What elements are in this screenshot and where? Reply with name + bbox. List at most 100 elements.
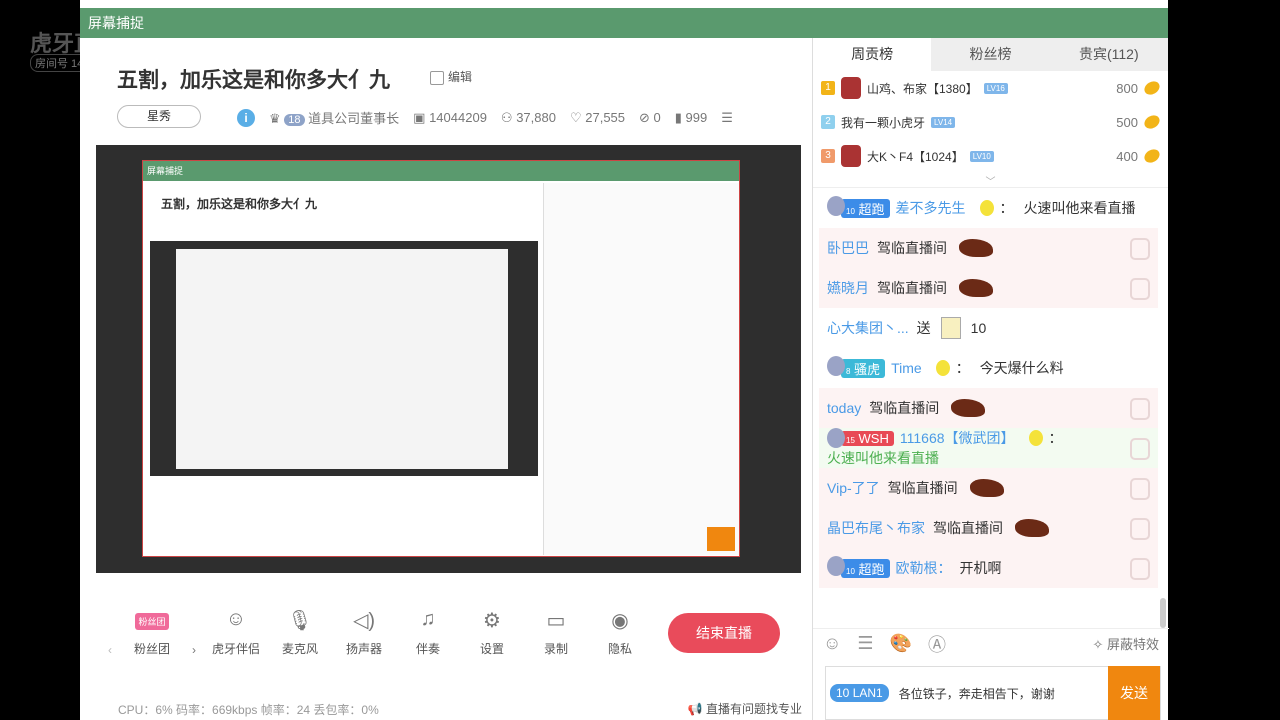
horse-icon (1015, 519, 1049, 537)
palette-icon[interactable]: 🎨 (890, 633, 912, 654)
tool-settings[interactable]: ⚙ 设置 (460, 608, 524, 657)
chat-username[interactable]: Time (891, 360, 922, 376)
chat-message: 15 WSH 111668【微武团】：火速叫他来看直播 (819, 427, 1158, 468)
send-button[interactable]: 发送 (1108, 666, 1160, 720)
info-icon[interactable]: i (237, 108, 255, 127)
chat-text: 送 (916, 320, 931, 336)
tool-record[interactable]: ▭ 录制 (524, 608, 588, 657)
tool-privacy[interactable]: ◉ 隐私 (588, 608, 652, 657)
horse-icon (959, 279, 993, 297)
rank-title: 道具公司董事长 (308, 111, 400, 126)
barrage-icon[interactable]: ☰ (857, 633, 873, 654)
main-pane: 五割，加乐这是和你多大亻九 编辑 星秀 i ♛ 18 道具公司董事长 ▣ 140… (80, 38, 812, 720)
help-link[interactable]: 📢 直播有问题找专业 (688, 700, 802, 717)
chat-message: 10 超跑 差不多先生：火速叫他来看直播 (819, 188, 1158, 228)
tool-label: 伴奏 (415, 642, 440, 656)
scroll-left-icon[interactable]: ‹ (100, 643, 120, 657)
music-icon: ♫ (420, 608, 436, 630)
fan-club-icon: 粉丝团 (135, 613, 169, 630)
tool-fan-club[interactable]: 粉丝团 粉丝团 (120, 608, 184, 657)
chat-message: 晶巴布尾丶布家 驾临直播间 (819, 508, 1158, 548)
tool-label: 设置 (479, 642, 504, 656)
tab-fans[interactable]: 粉丝榜 (931, 38, 1049, 71)
chat-text: 驾临直播间 (933, 520, 1003, 536)
tab-weekly[interactable]: 周贡榜 (813, 38, 932, 71)
list-icon[interactable]: ☰ (721, 110, 733, 126)
chat-username[interactable]: 111668【微武团】 (900, 428, 1015, 448)
chat-text: 今天爆什么料 (979, 360, 1064, 376)
nested-chat (543, 183, 739, 555)
gear-icon: ⚙ (483, 610, 501, 632)
tab-vip[interactable]: 贵宾(112) (1050, 38, 1168, 71)
chat-text: 开机啊 (959, 560, 1002, 576)
tool-label: 虎牙伴侣 (211, 642, 260, 656)
rank-number: 3 (821, 149, 835, 163)
title-bar: 屏幕捕捉 (80, 8, 1168, 38)
ranking-list: 1 山鸡、布家【1380】 LV16 800 2 我有一颗小虎牙 LV14 50… (813, 71, 1168, 173)
window-title: 屏幕捕捉 (88, 15, 144, 31)
shield-effects-label: 屏蔽特效 (1106, 637, 1159, 652)
chat-message: today 驾临直播间 (819, 388, 1158, 428)
bottle-icon (1028, 430, 1043, 446)
signal-value: 999 (685, 109, 708, 125)
chat-message: Vip-了了 驾临直播间 (819, 468, 1158, 508)
chevron-down-icon[interactable]: ﹀ (813, 173, 1168, 188)
ranking-row[interactable]: 3 大K丶F4【1024】 LV10 400 (813, 139, 1168, 173)
chat-username[interactable]: 嬿晓月 (827, 278, 869, 298)
chat-text: 驾临直播间 (877, 240, 947, 256)
stream-stats: i ♛ 18 道具公司董事长 ▣ 14044209 ⚇ 37,880 ♡ 27,… (237, 108, 733, 127)
ranking-amount: 500 (1116, 114, 1138, 130)
tool-label: 麦克风 (281, 642, 318, 656)
nested-send (707, 527, 735, 551)
scroll-right-icon[interactable]: › (184, 643, 204, 657)
stream-preview: 屏幕捕捉 五割，加乐这是和你多大亻九 (96, 145, 801, 573)
toolbar: ‹ 粉丝团 粉丝团 › ☺ 虎牙伴侣 🎙 麦克风 ◁) 扬声器 ♫ 伴奏 ⚙ 设置 ▭ 录制 … (100, 608, 652, 657)
nested-preview (150, 241, 538, 476)
nested-capture: 屏幕捕捉 五割，加乐这是和你多大亻九 (142, 160, 740, 557)
signal: ▮ 999 (674, 109, 708, 125)
chat-username[interactable]: 心大集团丶... (827, 318, 909, 338)
shield-badge-icon (1130, 278, 1150, 300)
category-button[interactable]: 星秀 (117, 105, 201, 128)
ranking-row[interactable]: 2 我有一颗小虎牙 LV14 500 (813, 105, 1168, 139)
chat-username[interactable]: 卧巴巴 (827, 238, 869, 258)
chat-message: 卧巴巴 驾临直播间 (819, 228, 1158, 268)
translate-icon[interactable]: Ⓐ (928, 631, 946, 657)
coin-icon (1142, 146, 1162, 166)
help-label: 直播有问题找专业 (705, 702, 802, 716)
tool-speaker[interactable]: ◁) 扬声器 (332, 608, 396, 657)
coin-icon (1142, 78, 1162, 98)
chat-text: 驾临直播间 (869, 400, 940, 416)
chat-text: 驾临直播间 (887, 480, 958, 496)
shares-value: 0 (653, 109, 661, 125)
edit-title-button[interactable]: 编辑 (430, 68, 472, 85)
room-id: ▣ 14044209 (413, 109, 487, 125)
end-stream-button[interactable]: 结束直播 (668, 613, 780, 653)
viewers-value: 37,880 (516, 109, 556, 125)
tool-microphone[interactable]: 🎙 麦克风 (268, 608, 332, 657)
emoji-icon[interactable]: ☺ (823, 633, 841, 654)
chat-username[interactable]: 欧勒根： (896, 558, 952, 578)
level-badge: LV14 (931, 116, 956, 128)
ranking-name: 山鸡、布家【1380】 (867, 81, 978, 96)
tool-companion[interactable]: ☺ 虎牙伴侣 (204, 608, 268, 657)
horse-icon (969, 479, 1004, 497)
coin-icon (1142, 112, 1162, 132)
stream-title: 五割，加乐这是和你多大亻九 (117, 69, 390, 92)
rank-number: 2 (821, 115, 835, 129)
gift-count: 10 (970, 320, 987, 336)
ranking-row[interactable]: 1 山鸡、布家【1380】 LV16 800 (813, 71, 1168, 105)
horse-icon (959, 239, 993, 257)
companion-icon: ☺ (225, 608, 247, 630)
eye-icon: ◉ (611, 610, 629, 632)
chat-scrollbar[interactable] (1160, 598, 1166, 628)
chat-username[interactable]: Vip-了了 (827, 478, 880, 498)
chat-username[interactable]: 晶巴布尾丶布家 (827, 518, 925, 538)
chat-input[interactable]: 各位铁子，奔走相告下，谢谢 (899, 685, 1108, 702)
chat-username[interactable]: 差不多先生 (896, 198, 966, 218)
chat-message: 10 超跑 欧勒根： 开机啊 (819, 548, 1158, 588)
tool-music[interactable]: ♫ 伴奏 (396, 608, 460, 657)
room-id-value: 14044209 (429, 109, 487, 125)
chat-username[interactable]: today (827, 400, 861, 416)
shield-effects-button[interactable]: ✧ 屏蔽特效 (1092, 634, 1159, 653)
